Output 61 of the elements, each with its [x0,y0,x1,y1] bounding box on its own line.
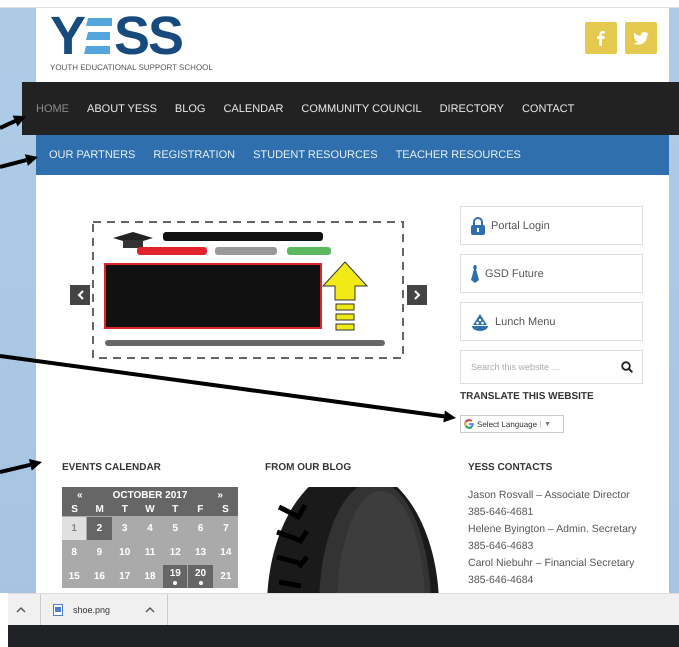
annotation-arrow [0,458,42,474]
google-icon [464,419,474,429]
nav-link[interactable]: COMMUNITY COUNCIL [301,102,422,114]
contact-line: 385-646-4681 [468,505,534,520]
subnav-link[interactable]: REGISTRATION [153,149,236,161]
chevron-icon [16,606,26,612]
subnav-link[interactable]: STUDENT RESOURCES [253,149,378,161]
search-field[interactable]: Search this website … [460,350,643,384]
nav-link[interactable]: ABOUT YESS [87,102,157,114]
weekday-label: S [70,504,79,515]
previous-month-link[interactable]: « [77,490,83,500]
calendar-day[interactable]: 1 [62,517,86,540]
search-icon[interactable] [621,361,633,373]
weekday-label: M [94,504,105,515]
subnav-link[interactable]: TEACHER RESOURCES [396,149,521,161]
annotation-arrow [0,154,38,169]
month-title: OCTOBER 2017 [112,490,188,500]
chevron-left-icon [76,290,84,300]
next-month-link[interactable]: » [217,490,223,500]
calendar-day[interactable]: 19 [163,565,188,588]
contact-line: Jason Rosvall – Associate Director [468,488,631,503]
facebook-icon [597,30,605,46]
nav-link[interactable]: BLOG [174,102,206,114]
chevron-right-icon [414,290,420,300]
contact-line: 385-646-4683 [468,539,534,554]
nav-link[interactable]: HOME [36,102,69,114]
padlock-icon [471,216,485,234]
contact-line: Helene Byington – Admin. Secretary [468,522,638,537]
logo-bars-icon [84,16,114,56]
section-heading: EVENTS CALENDAR [62,462,162,473]
section-heading: TRANSLATE THIS WEBSITE [460,391,595,402]
sidebar-link-button[interactable]: GSD Future [460,254,643,293]
necktie-icon [471,264,479,282]
weekday-label: T [171,504,180,515]
logo-letter: Y [50,11,84,61]
contact-line: Carol Niebuhr – Financial Secretary [468,556,636,571]
annotation-arrow [0,116,26,130]
nav-link[interactable]: DIRECTORY [440,102,504,114]
weekday-label: F [196,504,204,515]
sidebar-link-button[interactable]: Lunch Menu [460,302,643,341]
section-heading: YESS CONTACTS [468,462,554,473]
image-file-icon [53,604,63,616]
collapse-button[interactable] [16,606,26,612]
dish-icon [471,312,489,330]
next-slide-button[interactable] [407,285,427,305]
weekday-label: S [221,504,230,515]
logo-tagline: YOUTH EDUCATIONAL SUPPORT SCHOOL [50,63,213,72]
sidebar-link-button[interactable]: Portal Login [460,206,643,245]
section-heading: FROM OUR BLOG [265,462,352,473]
logo-letters: SS [114,11,182,61]
weekday-label: W [144,504,156,515]
chevron-icon [145,606,155,612]
calendar-day[interactable]: 2 [87,517,112,540]
contact-line: 385-646-4684 [468,573,534,588]
subnav-link[interactable]: OUR PARTNERS [49,149,136,161]
previous-slide-button[interactable] [70,285,90,305]
bird-icon [633,32,649,44]
calendar-day[interactable]: 20 [188,565,213,588]
nav-link[interactable]: CALENDAR [223,102,284,114]
weekday-label: T [120,504,129,515]
nav-link[interactable]: CONTACT [522,102,574,114]
